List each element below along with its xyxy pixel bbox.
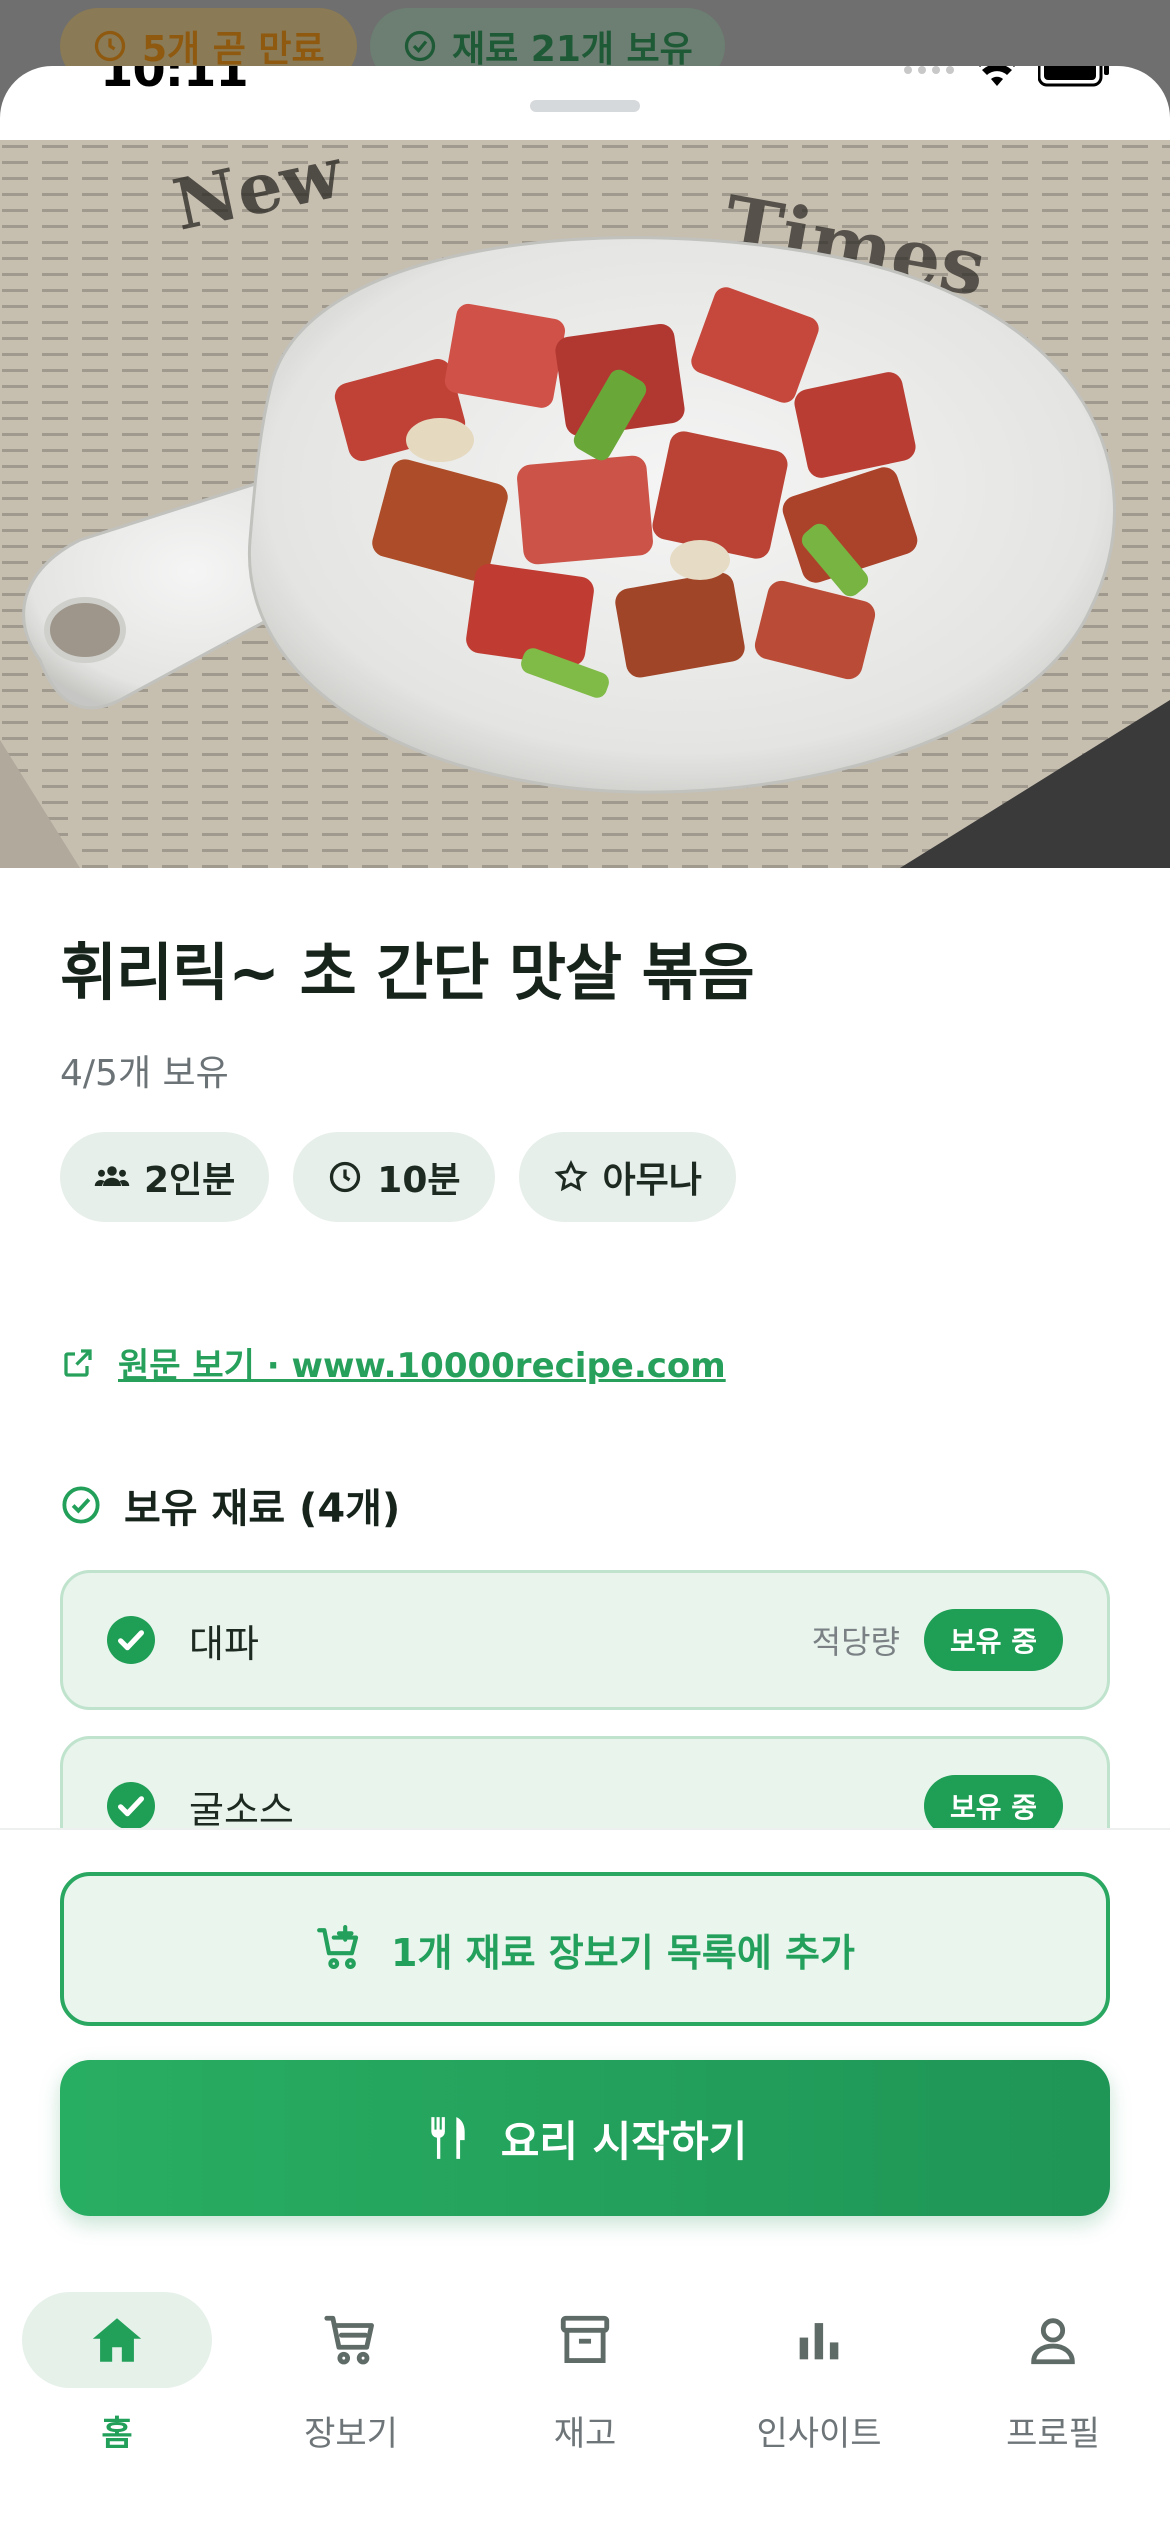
sheet-drag-handle[interactable] [530, 100, 640, 112]
tab-bar: 홈 장보기 재고 인사이트 프로필 [0, 2292, 1170, 2492]
recipe-meta-chips: 2인분 10분 아무나 [60, 1132, 736, 1222]
tab-inventory[interactable]: 재고 [490, 2292, 680, 2472]
ingredient-item[interactable]: 대파 적당량 보유 중 [60, 1570, 1110, 1710]
bar-chart-icon [799, 2323, 839, 2360]
start-cooking-button[interactable]: 요리 시작하기 [60, 2060, 1110, 2216]
tab-insights-label: 인사이트 [756, 2414, 882, 2454]
cart-plus-icon [317, 1925, 359, 1969]
tab-insights[interactable]: 인사이트 [724, 2292, 914, 2472]
owned-badge: 보유 중 [923, 1609, 1063, 1671]
battery-icon [1038, 66, 1109, 87]
check-circle-icon [62, 1486, 100, 1524]
home-icon [92, 2318, 142, 2362]
person-icon [1031, 2318, 1075, 2365]
check-circle-icon [404, 30, 436, 62]
owned-ingredients-title: 보유 재료 (4개) [124, 1486, 401, 1532]
source-link[interactable]: 원문 보기 · www.10000recipe.com [60, 1338, 726, 1387]
archive-icon [560, 2315, 610, 2363]
bottom-action-panel: 1개 재료 장보기 목록에 추가 요리 시작하기 홈 장보기 재고 인사이트 프… [0, 1828, 1170, 2532]
start-cooking-label: 요리 시작하기 [500, 2116, 748, 2166]
servings-chip: 2인분 [60, 1132, 270, 1222]
owned-ingredients-heading: 보유 재료 (4개) [60, 1476, 400, 1534]
utensils-icon [431, 2117, 465, 2159]
people-icon [94, 1166, 130, 1186]
source-link-label[interactable]: 원문 보기 · www.10000recipe.com [118, 1338, 726, 1387]
ingredient-name: 굴소스 [189, 1787, 294, 1832]
add-to-shopping-list-button[interactable]: 1개 재료 장보기 목록에 추가 [60, 1872, 1110, 2026]
tab-shopping[interactable]: 장보기 [256, 2292, 446, 2472]
difficulty-label: 아무나 [602, 1160, 702, 1201]
difficulty-chip: 아무나 [518, 1132, 736, 1222]
status-time: 10:11 [100, 66, 249, 98]
tab-home-label: 홈 [101, 2414, 133, 2454]
tab-insights-icon-wrap [724, 2292, 914, 2388]
tab-inventory-label: 재고 [553, 2414, 617, 2454]
ingredient-name: 대파 [189, 1621, 259, 1666]
owned-chip-label: 재료 21개 보유 [452, 29, 693, 70]
tab-profile-icon-wrap [958, 2292, 1148, 2388]
add-to-shopping-label: 1개 재료 장보기 목록에 추가 [391, 1930, 855, 1975]
recipe-photo: New Times [0, 140, 1170, 868]
tab-home[interactable]: 홈 [22, 2292, 212, 2472]
cart-icon [324, 2315, 374, 2365]
servings-label: 2인분 [144, 1160, 236, 1201]
tab-inventory-icon-wrap [490, 2292, 680, 2388]
checked-icon [107, 1616, 155, 1664]
tab-home-icon-wrap [22, 2292, 212, 2388]
ingredient-quantity: 적당량 [811, 1623, 900, 1661]
tab-shopping-icon-wrap [256, 2292, 446, 2388]
external-link-icon [64, 1348, 92, 1377]
wifi-icon [979, 66, 1015, 86]
signal-icon [904, 66, 954, 74]
star-icon [553, 1160, 588, 1192]
clock-icon [94, 30, 126, 62]
tab-shopping-label: 장보기 [304, 2414, 398, 2454]
owned-summary: 4/5개 보유 [60, 1053, 229, 1094]
status-icons [902, 66, 1110, 88]
clock-icon [330, 1161, 361, 1193]
time-label: 10분 [377, 1160, 461, 1201]
tab-profile[interactable]: 프로필 [958, 2292, 1148, 2472]
tab-profile-label: 프로필 [1006, 2414, 1100, 2454]
checked-icon [107, 1782, 155, 1830]
recipe-title: 휘리릭~ 초 간단 맛살 볶음 [60, 936, 755, 1009]
recipe-detail-sheet: 10:11 New Times 휘리릭~ 초 간단 맛살 볶음 4/5개 보유 … [0, 66, 1170, 2532]
expiring-chip-label: 5개 곧 만료 [142, 29, 325, 70]
time-chip: 10분 [293, 1132, 495, 1222]
